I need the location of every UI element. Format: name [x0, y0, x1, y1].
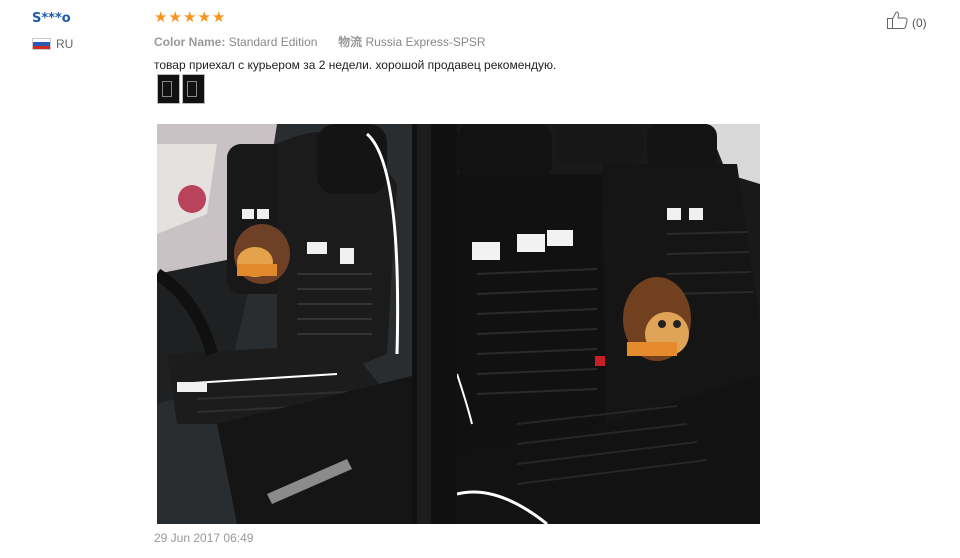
star-icon: ★ — [212, 9, 226, 26]
shipping-value: Russia Express-SPSR — [365, 35, 486, 49]
review-photo-rear-seat[interactable] — [457, 124, 760, 524]
star-icon: ★ — [168, 9, 182, 26]
reviewer-country: RU — [32, 37, 73, 51]
review-meta: Color Name: Standard Edition 物流 Russia E… — [154, 33, 486, 50]
color-name-value: Standard Edition — [228, 35, 318, 49]
star-icon: ★ — [154, 9, 168, 26]
russia-flag-icon — [32, 38, 51, 50]
reviewer-name: S***o — [32, 11, 71, 26]
review-date: 29 Jun 2017 06:49 — [154, 531, 254, 545]
shipping-label: 物流 — [338, 35, 363, 49]
color-name-label: Color Name: — [154, 35, 226, 49]
star-icon: ★ — [197, 9, 211, 26]
star-rating: ★ ★ ★ ★ ★ — [154, 10, 227, 26]
star-icon: ★ — [183, 9, 197, 26]
thumbnail-1[interactable] — [157, 74, 180, 104]
review-text: товар приехал с курьером за 2 недели. хо… — [154, 58, 557, 72]
thumbs-up-icon[interactable] — [886, 10, 910, 35]
review-photo-front-seat[interactable] — [157, 124, 460, 524]
review-thumbnails — [157, 74, 205, 104]
helpful-button[interactable]: (0) — [886, 10, 927, 35]
thumbnail-2[interactable] — [182, 74, 205, 104]
helpful-count: (0) — [912, 15, 927, 30]
country-code: RU — [56, 37, 74, 51]
